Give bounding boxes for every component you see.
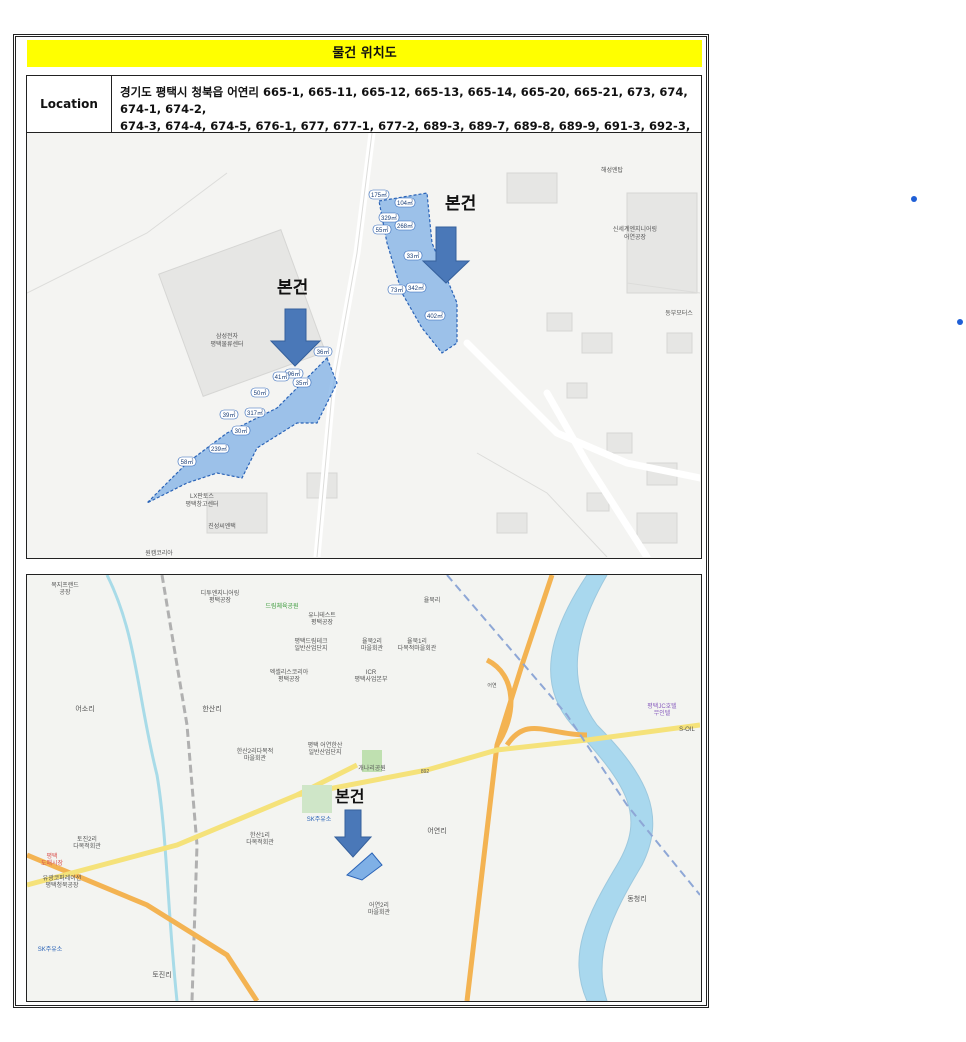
svg-text:30㎡: 30㎡	[235, 427, 248, 435]
svg-text:175㎡: 175㎡	[371, 191, 387, 199]
svg-text:평택물류센터: 평택물류센터	[210, 340, 243, 348]
svg-text:892: 892	[421, 769, 430, 775]
svg-text:평택공장: 평택공장	[209, 596, 232, 604]
svg-text:평택창고센터: 평택창고센터	[185, 500, 218, 508]
svg-text:ICR: ICR	[366, 670, 377, 676]
location-label: Location	[27, 76, 112, 132]
svg-text:73㎡: 73㎡	[391, 286, 404, 294]
svg-text:342㎡: 342㎡	[408, 284, 424, 292]
svg-text:평택공장: 평택공장	[278, 675, 301, 683]
svg-text:평택: 평택	[46, 852, 57, 860]
svg-text:다목적마을회관: 다목적마을회관	[398, 644, 437, 652]
bullet-dot-2	[957, 319, 963, 325]
location-value: 경기도 평택시 청북읍 어연리 665-1, 665-11, 665-12, 6…	[112, 76, 701, 150]
svg-text:402㎡: 402㎡	[427, 312, 443, 320]
svg-text:원캠코리아: 원캠코리아	[145, 549, 173, 557]
svg-text:317㎡: 317㎡	[247, 409, 263, 417]
svg-text:어연공장: 어연공장	[624, 233, 647, 241]
svg-text:SK주유소: SK주유소	[307, 816, 332, 823]
svg-text:41㎡: 41㎡	[275, 373, 288, 381]
svg-text:개나리공원: 개나리공원	[358, 764, 386, 772]
svg-text:어연2리: 어연2리	[369, 901, 389, 909]
svg-text:일반산업단지: 일반산업단지	[308, 748, 341, 756]
svg-text:율북1리: 율북1리	[407, 637, 427, 645]
svg-text:평택공장: 평택공장	[311, 618, 334, 626]
svg-text:55㎡: 55㎡	[376, 226, 389, 234]
svg-text:토진2리: 토진2리	[77, 835, 97, 843]
svg-text:진성씨엔택: 진성씨엔택	[208, 522, 236, 530]
callout-right: 본건	[445, 194, 476, 213]
svg-text:다목적회관: 다목적회관	[246, 838, 274, 846]
regional-map[interactable]: 본건 복지프랜드 공장 디투엔지니어링 평택공장 드림체육공원 유니테스트 평택…	[26, 574, 702, 1002]
svg-text:마을회관: 마을회관	[244, 754, 267, 762]
svg-text:신세계엔지니어링: 신세계엔지니어링	[613, 225, 657, 233]
svg-text:평택JC호텔: 평택JC호텔	[647, 702, 677, 710]
svg-text:삼성전자: 삼성전자	[216, 332, 239, 340]
svg-text:율북리: 율북리	[424, 596, 441, 604]
page-title: 물건 위치도	[27, 40, 702, 67]
callout-left: 본건	[277, 278, 308, 297]
svg-text:동부모터스: 동부모터스	[665, 309, 693, 317]
svg-text:도매시장: 도매시장	[41, 859, 64, 867]
svg-text:33㎡: 33㎡	[407, 252, 420, 260]
location-line-1: 경기도 평택시 청북읍 어연리 665-1, 665-11, 665-12, 6…	[120, 85, 688, 116]
bullet-dot-1	[911, 196, 917, 202]
svg-text:한산2리다목적: 한산2리다목적	[237, 747, 273, 755]
svg-text:96㎡: 96㎡	[288, 370, 301, 378]
svg-text:유광코퍼레이션: 유광코퍼레이션	[43, 874, 82, 882]
svg-text:39㎡: 39㎡	[223, 411, 236, 419]
location-table: Location 경기도 평택시 청북읍 어연리 665-1, 665-11, …	[26, 75, 702, 150]
svg-text:유니테스트: 유니테스트	[308, 611, 336, 619]
svg-text:마을회관: 마을회관	[361, 644, 384, 652]
svg-text:104㎡: 104㎡	[397, 199, 413, 207]
svg-text:평택 어연한산: 평택 어연한산	[308, 741, 343, 749]
svg-text:다목적회관: 다목적회관	[73, 842, 101, 850]
svg-text:239㎡: 239㎡	[211, 445, 227, 453]
svg-text:어연: 어연	[487, 682, 497, 689]
svg-text:복지프랜드: 복지프랜드	[51, 581, 79, 589]
svg-text:SK주유소: SK주유소	[38, 946, 63, 953]
svg-text:한산1리: 한산1리	[250, 831, 270, 839]
svg-text:S-OIL: S-OIL	[679, 727, 695, 733]
callout-region: 본건	[335, 788, 364, 806]
svg-text:평택사업본부: 평택사업본부	[354, 675, 388, 683]
svg-text:동청리: 동청리	[627, 894, 646, 903]
svg-text:평택드림테크: 평택드림테크	[294, 637, 328, 645]
svg-text:268㎡: 268㎡	[397, 222, 413, 230]
svg-text:해성엔탑: 해성엔탑	[601, 166, 624, 174]
parcel-detail-map[interactable]: 본건 본건 삼성전자 평택물류센터 LX판토스 평택창고센터 진성씨엔택 해성엔…	[26, 133, 702, 559]
svg-text:50㎡: 50㎡	[254, 389, 267, 397]
document-frame: 물건 위치도 Location 경기도 평택시 청북읍 어연리 665-1, 6…	[13, 34, 709, 1008]
svg-text:디투엔지니어링: 디투엔지니어링	[201, 589, 240, 597]
svg-text:LX판토스: LX판토스	[190, 492, 214, 500]
svg-text:어연리: 어연리	[427, 826, 446, 835]
svg-text:율북2리: 율북2리	[362, 637, 382, 645]
svg-text:마을회관: 마을회관	[368, 908, 391, 916]
svg-text:58㎡: 58㎡	[181, 458, 194, 466]
svg-text:한산리: 한산리	[202, 704, 221, 713]
svg-text:공장: 공장	[59, 588, 71, 596]
svg-text:평택청북공장: 평택청북공장	[45, 881, 79, 889]
svg-text:토진리: 토진리	[152, 970, 171, 979]
svg-text:36㎡: 36㎡	[317, 348, 330, 356]
svg-text:어소리: 어소리	[75, 704, 94, 713]
svg-text:무인텔: 무인텔	[654, 709, 671, 717]
svg-text:329㎡: 329㎡	[381, 214, 397, 222]
svg-text:일반산업단지: 일반산업단지	[294, 644, 327, 652]
svg-text:35㎡: 35㎡	[296, 379, 309, 387]
svg-text:엑셀리스코리아: 엑셀리스코리아	[270, 668, 309, 676]
svg-text:드림체육공원: 드림체육공원	[265, 602, 298, 610]
